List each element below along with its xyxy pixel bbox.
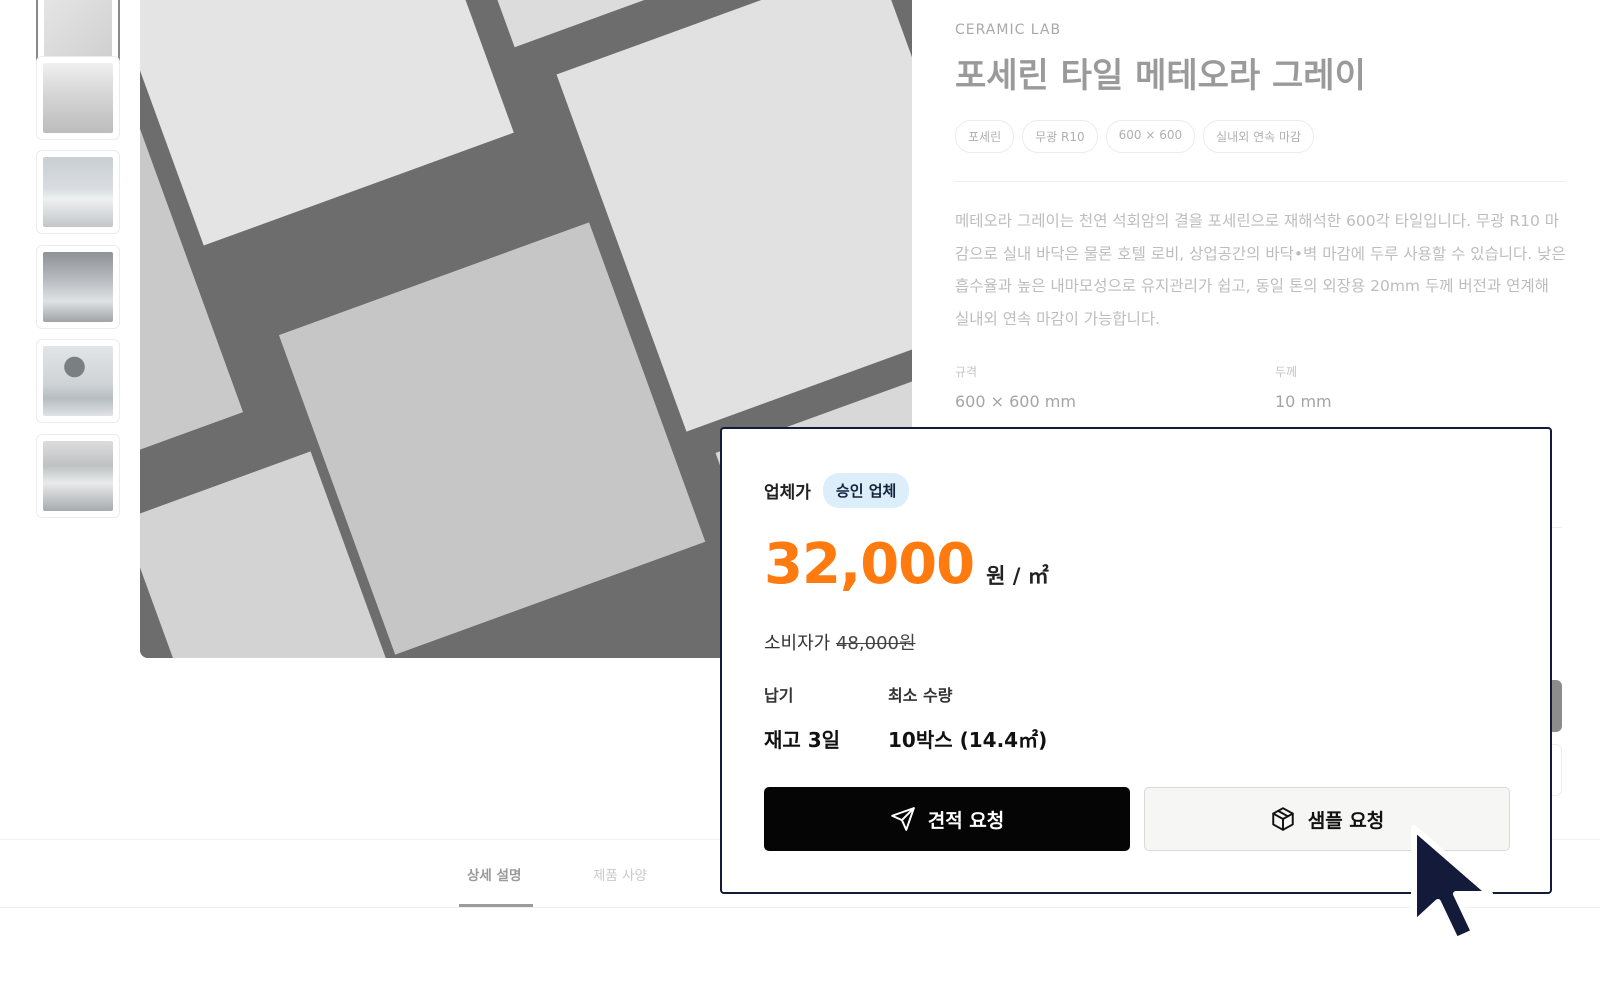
thumbnail-3[interactable] — [36, 150, 120, 234]
thumbnail-image — [43, 252, 113, 322]
spec-thickness: 두께 10 mm — [1275, 363, 1332, 411]
dealer-price: 32,000 — [764, 532, 975, 597]
product-tag-list: 포세린 무광 R10 600 × 600 실내외 연속 마감 — [955, 120, 1315, 153]
spec-size: 규격 600 × 600 mm — [955, 363, 1076, 411]
thumbnail-image — [43, 346, 113, 416]
product-description: 메테오라 그레이는 천연 석회암의 결을 포세린으로 재해석한 600각 타일입… — [955, 212, 1566, 328]
lead-time-value: 재고 3일 — [764, 728, 841, 752]
thumbnail-6[interactable] — [36, 434, 120, 518]
box-icon — [1270, 806, 1296, 832]
spec-value: 600 × 600 mm — [955, 392, 1076, 411]
divider — [955, 181, 1565, 182]
lead-time-label: 납기 — [764, 686, 794, 705]
thumbnail-image — [43, 63, 113, 133]
price-row: 32,000 원 / ㎡ — [764, 532, 1049, 597]
send-icon — [890, 806, 916, 832]
product-tag: 실내외 연속 마감 — [1203, 120, 1315, 153]
minimum-quantity-label: 최소 수량 — [888, 686, 953, 705]
spec-label: 규격 — [955, 365, 978, 379]
lead-time: 납기 재고 3일 — [764, 682, 840, 753]
thumbnail-2[interactable] — [36, 56, 120, 140]
retail-price: 소비자가 48,000원 — [764, 629, 916, 655]
retail-price-value: 48,000원 — [835, 633, 916, 654]
thumbnail-image — [44, 0, 112, 62]
product-tag: 포세린 — [955, 120, 1015, 153]
product-tag: 무광 R10 — [1022, 120, 1098, 153]
request-sample-label: 샘플 요청 — [1307, 809, 1385, 832]
thumbnail-image — [43, 157, 113, 227]
mouse-cursor-icon — [1406, 822, 1506, 952]
product-title: 포세린 타일 메테오라 그레이 — [955, 56, 1366, 96]
spec-value: 10 mm — [1275, 392, 1332, 411]
approved-dealer-badge: 승인 업체 — [822, 473, 910, 508]
product-brand: CERAMIC LAB — [955, 22, 1062, 38]
retail-price-label: 소비자가 — [764, 633, 831, 654]
thumbnail-5[interactable] — [36, 339, 120, 423]
price-unit: 원 / ㎡ — [986, 564, 1049, 588]
product-tag: 600 × 600 — [1105, 120, 1196, 153]
tabs-border-bottom — [0, 907, 1600, 908]
dealer-price-label: 업체가 — [764, 483, 811, 503]
request-quote-label: 견적 요청 — [927, 809, 1005, 832]
dealer-price-header: 업체가 승인 업체 — [764, 473, 910, 508]
tab-product-specs[interactable]: 제품 사양 — [593, 864, 647, 884]
thumbnail-4[interactable] — [36, 245, 120, 329]
spec-label: 두께 — [1275, 365, 1298, 379]
thumbnail-image — [43, 441, 113, 511]
tab-detail-description[interactable]: 상세 설명 — [467, 864, 521, 884]
minimum-quantity-value: 10박스 (14.4㎡) — [888, 728, 1048, 752]
minimum-quantity: 최소 수량 10박스 (14.4㎡) — [888, 682, 1047, 753]
request-quote-button[interactable]: 견적 요청 — [764, 787, 1130, 851]
